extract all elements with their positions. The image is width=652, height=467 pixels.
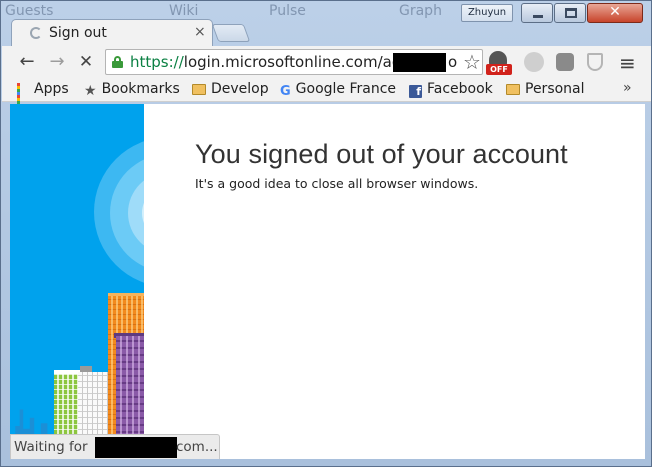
loading-spinner-icon [30,27,42,39]
maximize-icon [565,8,577,18]
toolbar: ← → ✕ https://login.microsoftonline.com/… [2,46,651,78]
extension-circle-icon[interactable] [524,52,544,72]
bookmark-label: Personal [525,81,585,97]
folder-icon [506,84,520,95]
redacted-region [95,437,177,458]
extension-off-badge: OFF [486,64,512,75]
bookmark-google-france[interactable]: G Google France [280,81,396,99]
minimize-button[interactable] [521,3,553,23]
page-title: You signed out of your account [195,139,568,169]
new-tab-button[interactable] [211,24,251,42]
background-window-text: Guests [5,3,54,19]
bookmark-develop[interactable]: Develop [192,81,269,99]
city-illustration [10,104,144,459]
minimize-icon [533,15,543,18]
page-content: You signed out of your account It's a go… [10,104,645,459]
close-icon: ✕ [609,4,621,20]
bookmark-label: Develop [211,81,269,97]
stop-loading-button[interactable]: ✕ [74,50,98,74]
status-text-prefix: Waiting for [14,439,88,455]
url-scheme: https:// [130,53,184,71]
profile-button[interactable]: Zhuyun [461,4,513,22]
bookmarks-overflow-button[interactable]: » [623,80,632,96]
bookmarks-bar: Apps ★ Bookmarks Develop G Google France f… [2,78,651,110]
address-bar[interactable]: https://login.microsoftonline.com/ad o ☆ [105,49,483,75]
tab-title: Sign out [49,25,107,41]
folder-icon [192,84,206,95]
extension-square-icon[interactable] [556,53,574,71]
url-tail: o [448,53,458,71]
url-text: https://login.microsoftonline.com/ad [130,53,401,71]
bookmark-personal[interactable]: Personal [506,81,585,99]
secure-lock-icon [112,56,123,68]
bookmark-facebook[interactable]: f Facebook [409,81,493,99]
back-button[interactable]: ← [15,50,39,74]
bookmark-label: Bookmarks [101,81,180,97]
close-window-button[interactable]: ✕ [587,3,643,23]
google-icon: G [280,84,291,99]
status-text-suffix: com... [176,439,218,455]
speedometer-icon [489,51,507,65]
forward-button[interactable]: → [45,50,69,74]
bookmark-apps[interactable]: Apps [17,81,69,110]
bookmark-bookmarks[interactable]: ★ Bookmarks [84,81,180,99]
bookmark-label: Facebook [427,81,493,97]
tab-close-button[interactable]: × [194,24,206,40]
redacted-region [393,53,446,72]
tab-sign-out[interactable]: Sign out × [11,19,213,47]
maximize-button[interactable] [554,3,586,23]
status-bubble: Waiting for com... [10,434,220,459]
apps-grid-icon [17,83,29,110]
url-host-path: login.microsoftonline.com/ad [183,53,402,71]
facebook-icon: f [409,85,422,98]
background-window-text: Pulse [269,3,306,19]
bookmark-star-icon[interactable]: ☆ [463,50,481,74]
background-window-text: Graph [399,3,442,19]
bookmark-label: Google France [295,81,397,97]
bookmark-label: Apps [34,81,69,97]
background-window-text: Wiki [169,3,199,19]
star-icon: ★ [84,83,97,99]
menu-icon[interactable]: ≡ [619,51,636,75]
browser-window: Guests Wiki Pulse Graph Zhuyun ✕ Sign ou… [0,0,652,467]
page-subtext: It's a good idea to close all browser wi… [195,176,479,191]
extension-shield-icon[interactable] [587,53,603,71]
extension-off-button[interactable]: OFF [486,50,512,75]
